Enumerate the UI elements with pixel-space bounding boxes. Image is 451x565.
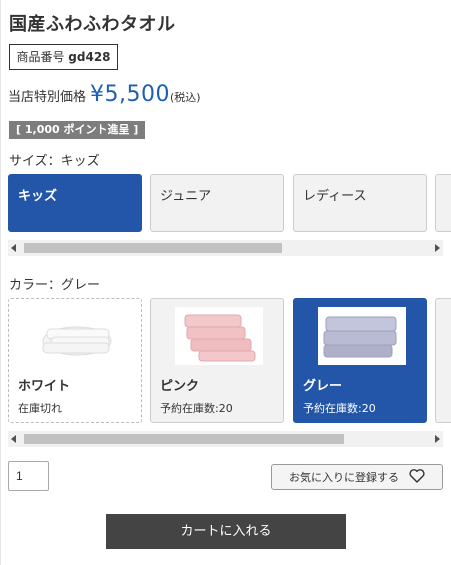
color-name: ホワイト	[18, 379, 71, 394]
color-option-pink[interactable]: ピンク 予約在庫数:20	[150, 298, 284, 423]
points-badge: [ 1,000 ポイント進呈 ]	[9, 121, 146, 139]
sku-code: gd428	[68, 50, 111, 64]
size-label: サイズ：キッズ	[9, 154, 100, 169]
scroll-right-icon[interactable]	[435, 244, 440, 252]
price-label: 当店特別価格	[8, 90, 87, 105]
scroll-right-icon[interactable]	[435, 435, 440, 443]
towel-gray-image	[318, 307, 406, 365]
size-option-kids[interactable]: キッズ	[8, 174, 142, 232]
size-option-ladies[interactable]: レディース	[293, 174, 427, 232]
price-value: ¥5,500	[90, 82, 170, 107]
size-scrollbar[interactable]	[8, 240, 443, 256]
size-option-partial[interactable]	[435, 174, 451, 232]
favorites-label: お気に入りに登録する	[289, 471, 399, 484]
size-option-junior[interactable]: ジュニア	[150, 174, 284, 232]
scroll-left-icon[interactable]	[11, 435, 16, 443]
stock-status: 予約在庫数:20	[160, 402, 233, 415]
quantity-input[interactable]	[8, 461, 49, 491]
color-label: カラー：グレー	[9, 278, 101, 293]
towel-white-image	[33, 307, 121, 365]
add-to-favorites-button[interactable]: お気に入りに登録する	[271, 464, 443, 490]
color-scrollbar[interactable]	[8, 431, 443, 447]
color-name: グレー	[303, 379, 343, 394]
sku-box: 商品番号 gd428	[9, 44, 118, 70]
heart-icon	[409, 468, 425, 486]
price-tax-note: (税込)	[170, 91, 201, 104]
price-row: 当店特別価格 ¥5,500 (税込)	[8, 82, 201, 107]
add-to-cart-button[interactable]: カートに入れる	[106, 514, 346, 549]
scroll-left-icon[interactable]	[11, 244, 16, 252]
size-scroll-thumb[interactable]	[24, 243, 282, 253]
towel-pink-image	[175, 307, 263, 365]
left-border	[0, 0, 1, 565]
color-option-partial[interactable]	[435, 298, 451, 423]
color-option-gray[interactable]: グレー 予約在庫数:20	[293, 298, 427, 423]
color-scroll-thumb[interactable]	[24, 434, 344, 444]
color-option-white[interactable]: ホワイト 在庫切れ	[8, 298, 142, 423]
product-title: 国産ふわふわタオル	[9, 14, 176, 35]
sku-label: 商品番号	[16, 50, 65, 64]
stock-status: 予約在庫数:20	[303, 402, 376, 415]
color-name: ピンク	[160, 379, 200, 394]
stock-status: 在庫切れ	[18, 402, 62, 415]
